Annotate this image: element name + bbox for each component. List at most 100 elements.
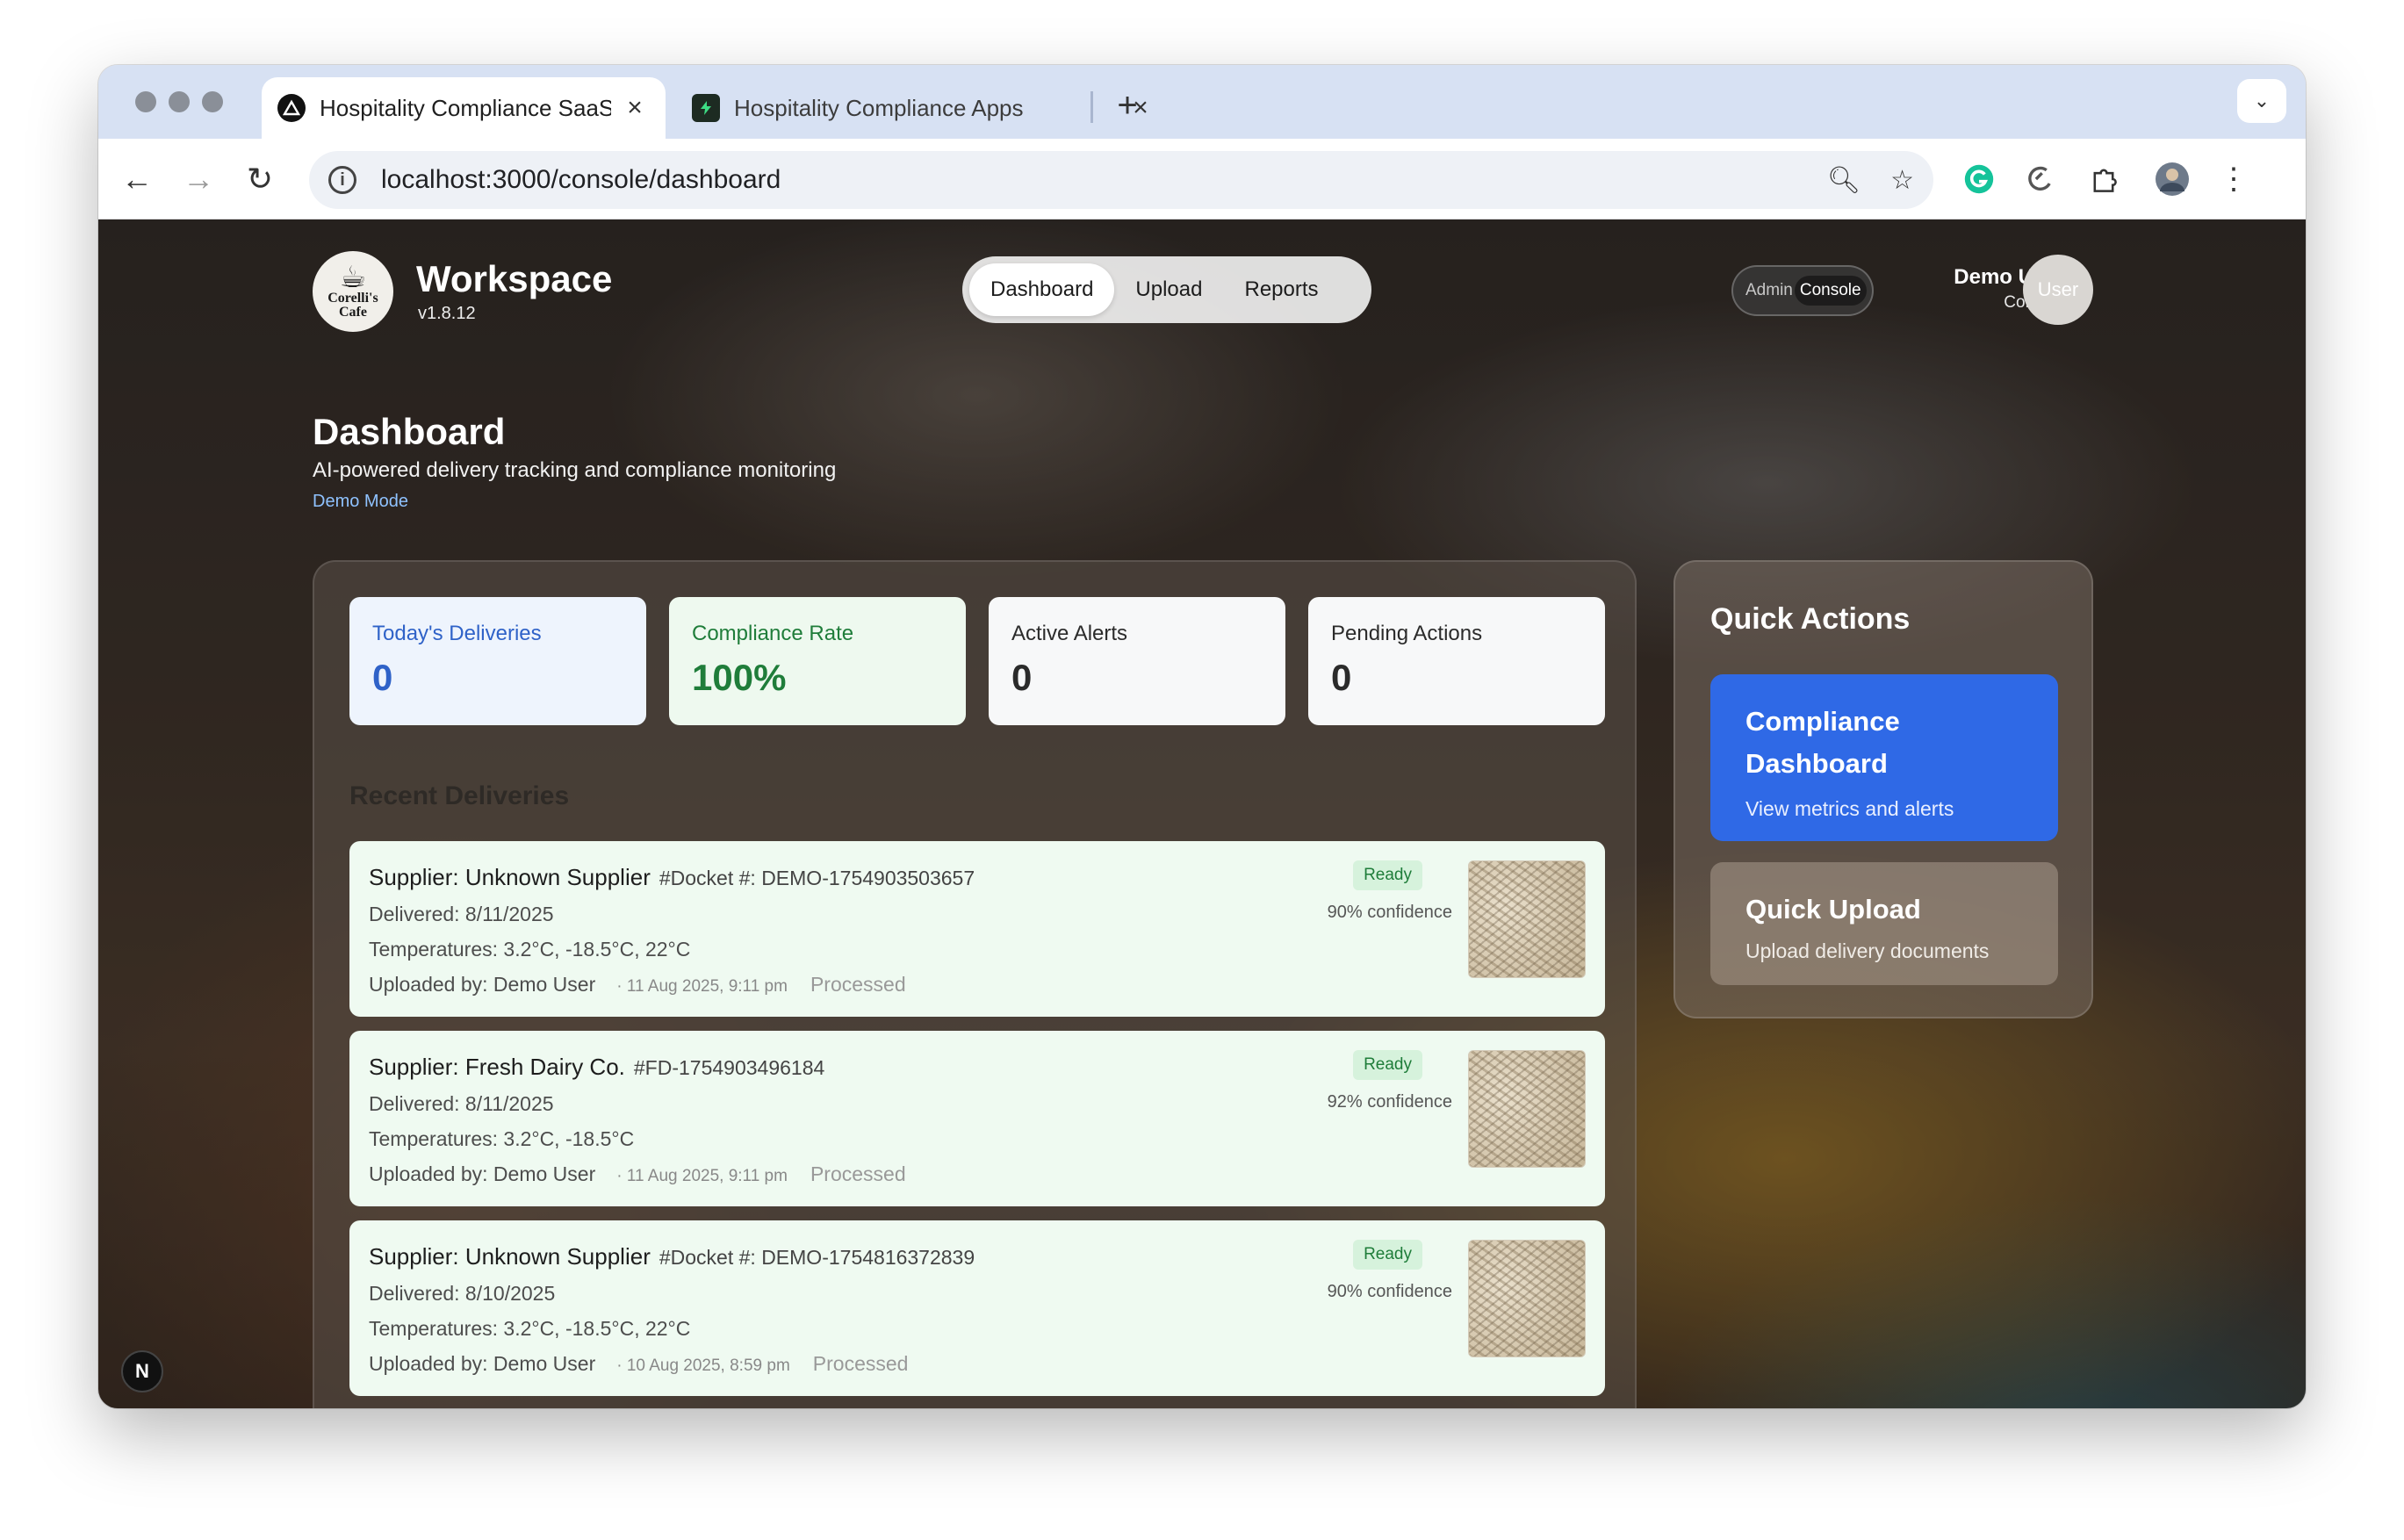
url-text[interactable]: localhost:3000/console/dashboard [381,165,1797,195]
logo-text: Corelli's Cafe [327,291,378,320]
forward-arrow-icon[interactable]: → [177,158,220,200]
delivery-temperatures: Temperatures: 3.2°C, -18.5°C, 22°C [369,1317,691,1340]
delivery-temperatures: Temperatures: 3.2°C, -18.5°C, 22°C [369,938,691,961]
browser-menu-icon[interactable]: ⋮ [2214,160,2253,198]
delivery-uploader: Uploaded by: Demo User [369,1352,596,1375]
nav-dashboard[interactable]: Dashboard [969,263,1115,316]
delivery-supplier-line: Supplier: Unknown Supplier #Docket #: DEM… [369,1243,975,1270]
nextjs-dev-badge-icon[interactable]: N [121,1350,163,1392]
delivery-status: Processed [810,1162,906,1185]
stat-label: Compliance Rate [692,622,854,645]
stat-value: 0 [372,657,393,698]
browser-toolbar: ← → ↻ i localhost:3000/console/dashboard… [98,139,2306,219]
stat-todays-deliveries[interactable]: Today's Deliveries 0 [349,597,646,725]
tab-search-chevron-icon[interactable]: ⌄ [2237,79,2286,123]
app-version: v1.8.12 [418,304,476,323]
page-viewport: ☕︎ Corelli's Cafe Workspace v1.8.12 Dash… [98,219,2306,1408]
back-arrow-icon[interactable]: ← [116,158,158,200]
stat-value: 0 [1011,657,1033,698]
tab-hospitality-compliance-saas[interactable]: Hospitality Compliance SaaS × [262,77,666,139]
delivery-upload-line: Uploaded by: Demo User · 11 Aug 2025, 9:1… [369,973,906,997]
delivery-uploader: Uploaded by: Demo User [369,973,596,996]
demo-mode-link[interactable]: Demo Mode [313,492,408,512]
delivery-supplier: Supplier: Fresh Dairy Co. [369,1054,625,1080]
extensions-puzzle-icon[interactable] [2084,160,2123,198]
stat-label: Pending Actions [1331,622,1483,645]
docket-thumbnail[interactable] [1468,860,1586,978]
bolt-favicon-icon [692,94,720,122]
delivery-timestamp: · 11 Aug 2025, 9:11 pm [616,977,788,996]
tab-title: Hospitality Compliance Apps [734,94,1024,121]
delivery-temperatures: Temperatures: 3.2°C, -18.5°C [369,1127,635,1150]
docket-thumbnail[interactable] [1468,1240,1586,1357]
stat-label: Today's Deliveries [372,622,542,645]
delivery-docket: #FD-1754903496184 [633,1056,825,1079]
nav-reports[interactable]: Reports [1223,263,1339,316]
quick-actions-panel: Quick Actions Compliance Dashboard View … [1673,560,2093,1018]
brand-logo[interactable]: ☕︎ Corelli's Cafe [313,251,393,332]
browser-window: Hospitality Compliance SaaS × Hospitalit… [98,65,2306,1408]
delivery-date: Delivered: 8/11/2025 [369,903,554,925]
stat-active-alerts[interactable]: Active Alerts 0 [989,597,1285,725]
delivery-docket: #Docket #: DEMO-1754903503657 [659,867,975,889]
site-info-icon[interactable]: i [328,166,356,194]
status-badge: Ready [1353,1240,1422,1270]
recent-deliveries-heading: Recent Deliveries [349,781,570,810]
delivery-card[interactable]: Supplier: Unknown Supplier #Docket #: DEM… [349,1220,1605,1396]
confidence-score: 90% confidence [1327,1282,1452,1301]
compliance-dashboard-button[interactable]: Compliance Dashboard View metrics and al… [1710,674,2058,841]
delivery-card[interactable]: Supplier: Fresh Dairy Co. #FD-17549034961… [349,1031,1605,1206]
bookmark-star-icon[interactable]: ☆ [1890,165,1914,196]
delivery-timestamp: · 10 Aug 2025, 8:59 pm [616,1356,790,1375]
tab-title: Hospitality Compliance SaaS [320,94,611,121]
extension-arc-icon[interactable] [2021,160,2060,198]
delivery-supplier-line: Supplier: Unknown Supplier #Docket #: DEM… [369,864,975,891]
stat-pending-actions[interactable]: Pending Actions 0 [1308,597,1605,725]
minimize-window-button[interactable] [169,91,190,112]
grammarly-extension-icon[interactable] [1960,160,1998,198]
delivery-card[interactable]: Supplier: Unknown Supplier #Docket #: DEM… [349,841,1605,1017]
action-description: Upload delivery documents [1745,939,1990,962]
maximize-window-button[interactable] [202,91,223,112]
admin-label: Admin [1745,281,1793,299]
address-bar[interactable]: i localhost:3000/console/dashboard 🔍︎ ☆ [309,151,1933,209]
docket-thumbnail[interactable] [1468,1050,1586,1168]
close-tab-icon[interactable]: × [620,93,650,123]
profile-avatar-icon[interactable] [2153,160,2192,198]
confidence-score: 92% confidence [1327,1092,1452,1112]
action-title: Compliance Dashboard [1745,706,1900,779]
zoom-icon[interactable]: 🔍︎ [1827,165,1861,196]
close-window-button[interactable] [135,91,156,112]
stat-compliance-rate[interactable]: Compliance Rate 100% [669,597,966,725]
delivery-upload-line: Uploaded by: Demo User · 11 Aug 2025, 9:1… [369,1162,906,1186]
workspace-title: Workspace [416,258,613,299]
new-tab-icon[interactable]: + [1108,88,1147,126]
tab-bar: Hospitality Compliance SaaS × Hospitalit… [98,65,2306,139]
delivery-supplier-line: Supplier: Fresh Dairy Co. #FD-17549034961… [369,1054,824,1081]
main-nav: Dashboard Upload Reports [962,256,1371,323]
page-title: Dashboard [313,411,506,452]
triangle-favicon-icon [277,94,306,122]
delivery-uploader: Uploaded by: Demo User [369,1162,596,1185]
delivery-status: Processed [810,973,906,996]
action-title: Quick Upload [1745,894,1921,925]
reload-icon[interactable]: ↻ [239,158,281,200]
user-avatar[interactable]: User [2023,255,2093,325]
confidence-score: 90% confidence [1327,903,1452,922]
status-badge: Ready [1353,860,1422,890]
delivery-docket: #Docket #: DEMO-1754816372839 [659,1246,975,1269]
window-controls [135,91,223,112]
quick-actions-title: Quick Actions [1710,602,1911,636]
dashboard-panel: Today's Deliveries 0 Compliance Rate 100… [313,560,1637,1408]
delivery-upload-line: Uploaded by: Demo User · 10 Aug 2025, 8:5… [369,1352,908,1376]
stat-value: 0 [1331,657,1352,698]
tab-hospitality-compliance-apps[interactable]: Hospitality Compliance Apps × [678,77,1170,139]
delivery-supplier: Supplier: Unknown Supplier [369,864,651,890]
coffee-cup-icon: ☕︎ [339,261,367,294]
quick-upload-button[interactable]: Quick Upload Upload delivery documents [1710,862,2058,985]
status-badge: Ready [1353,1050,1422,1080]
action-description: View metrics and alerts [1745,797,1954,820]
delivery-supplier: Supplier: Unknown Supplier [369,1243,651,1270]
page-subtitle: AI-powered delivery tracking and complia… [313,458,837,482]
nav-upload[interactable]: Upload [1114,263,1223,316]
